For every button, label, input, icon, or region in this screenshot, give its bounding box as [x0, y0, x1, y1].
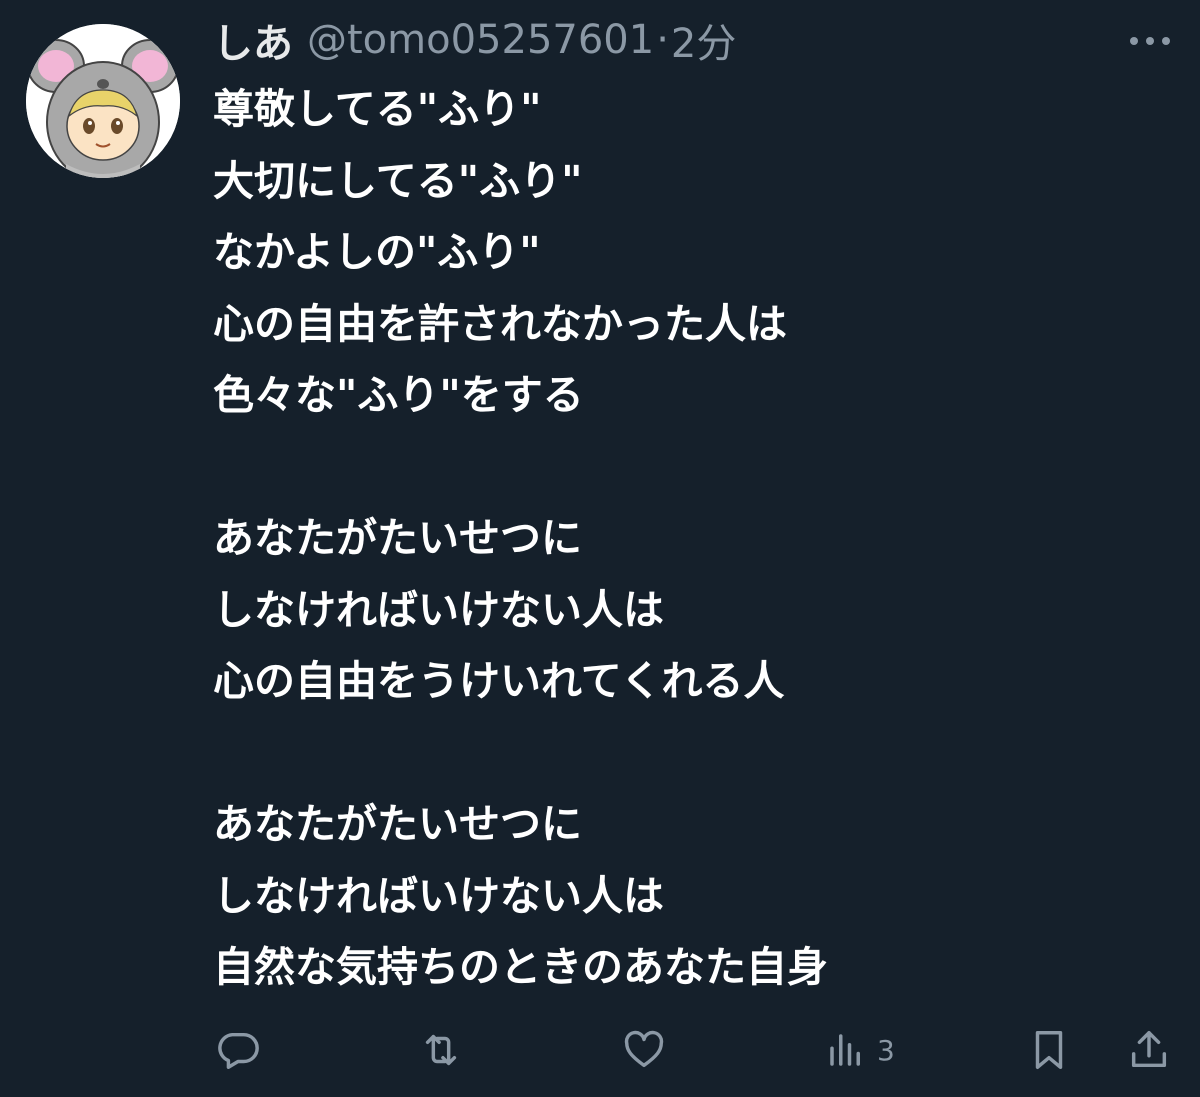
- tweet-text: 尊敬してる"ふり" 大切にしてる"ふり" なかよしの"ふり" 心の自由を許されな…: [213, 74, 1173, 1004]
- bookmark-button[interactable]: [1026, 1026, 1072, 1074]
- reply-icon: [218, 1032, 259, 1069]
- tweet-line: 心の自由をうけいれてくれる人: [213, 657, 785, 705]
- retweet-icon: [425, 1034, 457, 1066]
- tweet-line: 自然な気持ちのときのあなた自身: [213, 943, 828, 991]
- tweet: しあ @tomo05257601 · 2分 尊敬してる"ふり" 大切にしてる"ふ…: [0, 0, 1200, 1097]
- tweet-line: しなければいけない人は: [213, 871, 664, 920]
- tweet-line: あなたがたいせつに: [213, 514, 582, 562]
- timestamp[interactable]: 2分: [671, 11, 736, 69]
- tweet-line: 心の自由を許されなかった人は: [213, 299, 787, 348]
- more-icon: [1130, 37, 1170, 45]
- reply-button[interactable]: [215, 1026, 261, 1074]
- tweet-line: 大切にしてる"ふり": [213, 156, 583, 205]
- tweet-line: 色々な"ふり"をする: [213, 371, 584, 419]
- tweet-line: 尊敬してる"ふり": [213, 85, 542, 133]
- avatar[interactable]: [26, 24, 180, 178]
- views-icon: [830, 1034, 860, 1066]
- share-button[interactable]: [1126, 1026, 1172, 1074]
- user-handle[interactable]: @tomo05257601: [307, 17, 654, 63]
- tweet-line: あなたがたいせつに: [213, 800, 582, 848]
- tweet-line: なかよしの"ふり": [213, 228, 541, 276]
- display-name[interactable]: しあ: [213, 11, 293, 69]
- retweet-button[interactable]: [417, 1026, 465, 1074]
- action-bar: 3: [0, 1020, 1200, 1080]
- like-button[interactable]: [620, 1026, 668, 1074]
- share-icon: [1131, 1031, 1167, 1068]
- views-button[interactable]: 3: [825, 1026, 895, 1074]
- heart-icon: [624, 1030, 664, 1068]
- tweet-line: しなければいけない人は: [213, 585, 664, 634]
- more-options-button[interactable]: [1124, 26, 1176, 56]
- avatar-mouse-illustration: [26, 24, 180, 178]
- tweet-header: しあ @tomo05257601 · 2分: [213, 10, 736, 70]
- views-count: 3: [877, 1033, 895, 1067]
- bookmark-icon: [1035, 1031, 1063, 1069]
- header-separator: ·: [656, 17, 669, 63]
